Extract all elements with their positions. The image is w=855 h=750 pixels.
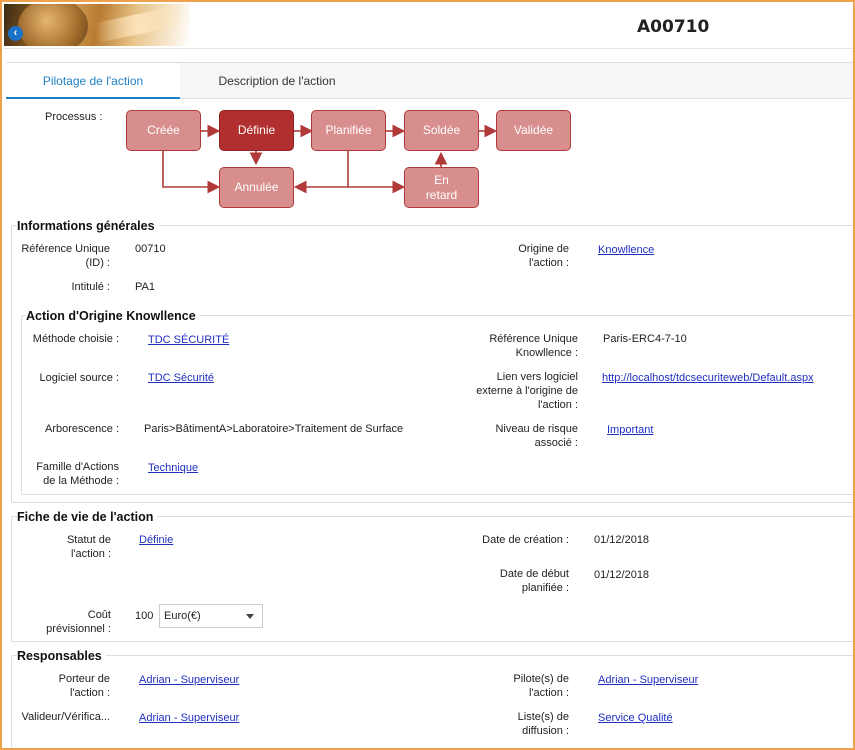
app-frame: ‹ A00710 Pilotage de l'action Descriptio… <box>0 0 855 750</box>
famille-label: Famille d'Actions de la Méthode : <box>36 461 119 487</box>
en-retard-line2: retard <box>425 187 458 202</box>
process-node-creee: Créée <box>126 110 201 151</box>
valideur-link[interactable]: Adrian - Superviseur <box>139 711 239 725</box>
famille-link[interactable]: Technique <box>148 461 198 475</box>
pilote-link[interactable]: Adrian - Superviseur <box>598 673 698 687</box>
liste-diffusion-label: Liste(s) de diffusion : <box>517 711 569 737</box>
section-title-action-origine: Action d'Origine Knowllence <box>26 309 200 323</box>
methode-link[interactable]: TDC SÉCURITÉ <box>148 333 229 347</box>
process-node-planifiee: Planifiée <box>311 110 386 151</box>
origine-link[interactable]: Knowllence <box>598 243 654 257</box>
cout-label: Coût prévisionnel : <box>46 609 111 635</box>
valideur-label: Valideur/Vérifica... <box>21 711 110 723</box>
section-title-responsables: Responsables <box>17 649 106 663</box>
ref-knowllence-value: Paris-ERC4-7-10 <box>603 333 687 345</box>
section-fiche-vie <box>11 516 853 642</box>
process-node-en-retard: En retard <box>404 167 479 208</box>
liste-diffusion-link[interactable]: Service Qualité <box>598 711 673 725</box>
process-node-annulee: Annulée <box>219 167 294 208</box>
ref-id-label: Référence Unique (ID) : <box>21 243 110 269</box>
porteur-link[interactable]: Adrian - Superviseur <box>139 673 239 687</box>
date-creation-value: 01/12/2018 <box>594 534 650 546</box>
devise-selected-value: Euro(€) <box>164 610 201 622</box>
devise-select[interactable]: Euro(€) <box>159 604 263 628</box>
section-action-origine <box>21 315 853 495</box>
intitule-label: Intitulé : <box>71 281 110 293</box>
date-creation-label: Date de création : <box>482 534 569 546</box>
en-retard-line1: En <box>434 172 449 187</box>
process-node-validee: Validée <box>496 110 571 151</box>
section-responsables <box>11 655 853 748</box>
lien-logiciel-link[interactable]: http://localhost/tdcsecuriteweb/Default.… <box>602 371 814 385</box>
process-node-definie: Définie <box>219 110 294 151</box>
process-node-soldee: Soldée <box>404 110 479 151</box>
date-debut-value: 01/12/2018 <box>594 569 650 581</box>
cout-value: 100 <box>135 610 154 622</box>
risque-label: Niveau de risque associé : <box>495 423 578 449</box>
ref-knowllence-label: Référence Unique Knowllence : <box>489 333 578 359</box>
chevron-down-icon <box>246 614 254 619</box>
intitule-value: PA1 <box>135 281 155 293</box>
porteur-label: Porteur de l'action : <box>58 673 110 699</box>
logiciel-link[interactable]: TDC Sécurité <box>148 371 214 385</box>
section-title-fiche-vie: Fiche de vie de l'action <box>17 510 158 524</box>
statut-link[interactable]: Définie <box>139 533 173 547</box>
methode-label: Méthode choisie : <box>32 333 119 345</box>
lien-logiciel-label: Lien vers logiciel externe à l'origine d… <box>476 371 578 411</box>
logiciel-label: Logiciel source : <box>39 372 120 384</box>
ref-id-value: 00710 <box>135 243 166 255</box>
statut-label: Statut de l'action : <box>66 534 111 560</box>
origine-label: Origine de l'action : <box>518 243 569 269</box>
section-title-informations: Informations générales <box>17 219 159 233</box>
date-debut-label: Date de début planifiée : <box>499 568 569 594</box>
pilote-label: Pilote(s) de l'action : <box>513 673 569 699</box>
arborescence-label: Arborescence : <box>45 423 119 435</box>
arborescence-value: Paris>BâtimentA>Laboratoire>Traitement d… <box>144 423 404 435</box>
risque-link[interactable]: Important <box>607 423 653 437</box>
